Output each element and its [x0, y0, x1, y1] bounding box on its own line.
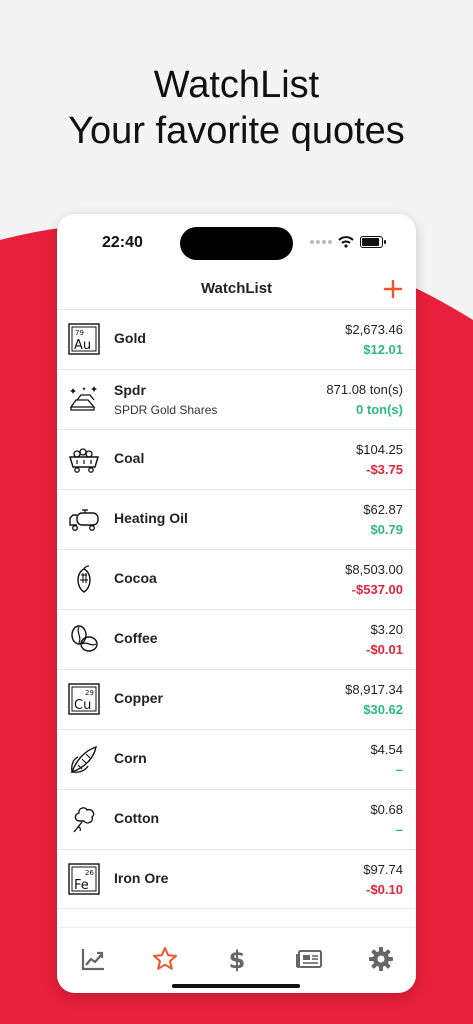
- item-price: $8,503.00: [345, 562, 403, 577]
- chart-icon: [81, 949, 104, 971]
- item-name: Copper: [114, 690, 163, 706]
- item-name: Coal: [114, 450, 145, 466]
- gold-bars-icon: [69, 386, 97, 411]
- tab-chart[interactable]: [79, 945, 107, 973]
- item-name: Corn: [114, 750, 147, 766]
- svg-text:Cu: Cu: [74, 698, 91, 713]
- list-item-cotton[interactable]: Cotton $0.68 –: [57, 789, 416, 849]
- promo-subtitle: Your favorite quotes: [68, 110, 405, 152]
- list-item-corn[interactable]: Corn $4.54 –: [57, 729, 416, 789]
- list-item-heating-oil[interactable]: Heating Oil $62.87 $0.79: [57, 489, 416, 549]
- plus-icon: [383, 279, 403, 299]
- item-change: $12.01: [363, 342, 403, 357]
- item-price: $97.74: [363, 862, 403, 877]
- svg-text:29: 29: [85, 689, 94, 697]
- item-name: Iron Ore: [114, 870, 169, 886]
- item-change: -$537.00: [351, 582, 403, 597]
- svg-text:Au: Au: [74, 338, 91, 353]
- list-item-iron-ore[interactable]: 26 Fe Iron Ore $97.74 -$0.10: [57, 849, 416, 909]
- gold-element-icon: 79 Au: [68, 323, 100, 355]
- battery-icon: [360, 236, 383, 248]
- iron-element-icon: 26 Fe: [68, 863, 100, 895]
- signal-icon: [310, 240, 332, 244]
- item-change: -$0.01: [366, 642, 403, 657]
- item-price: $62.87: [363, 502, 403, 517]
- item-price: $3.20: [370, 622, 403, 637]
- list-item-spdr[interactable]: Spdr SPDR Gold Shares 871.08 ton(s) 0 to…: [57, 369, 416, 429]
- coal-cart-icon: [69, 448, 99, 473]
- item-change: $30.62: [363, 702, 403, 717]
- item-name: Coffee: [114, 630, 158, 646]
- item-change: $0.79: [370, 522, 403, 537]
- dollar-icon: $: [229, 946, 246, 973]
- dynamic-island: [180, 227, 293, 260]
- list-item-gold[interactable]: 79 Au Gold $2,673.46 $12.01: [57, 309, 416, 369]
- tab-prices[interactable]: $: [223, 945, 251, 973]
- item-name: Heating Oil: [114, 510, 188, 526]
- cotton-icon: [73, 807, 95, 833]
- status-time: 22:40: [102, 234, 143, 251]
- item-price: $8,917.34: [345, 682, 403, 697]
- svg-text:$: $: [229, 946, 246, 973]
- star-icon: [153, 947, 177, 970]
- wifi-icon: [338, 236, 354, 248]
- item-change: –: [395, 822, 403, 837]
- item-price: $104.25: [356, 442, 403, 457]
- item-change: –: [395, 762, 403, 777]
- status-icons: [310, 236, 386, 248]
- promo-headline: WatchList Your favorite quotes: [0, 62, 473, 154]
- coffee-bean-icon: [71, 625, 98, 652]
- cocoa-pod-icon: [77, 565, 91, 593]
- nav-title: WatchList: [200, 280, 273, 297]
- item-name: Spdr: [114, 382, 146, 398]
- tab-settings[interactable]: [367, 945, 395, 973]
- item-price: 871.08 ton(s): [326, 382, 403, 397]
- list-item-coffee[interactable]: Coffee $3.20 -$0.01: [57, 609, 416, 669]
- home-indicator: [172, 984, 300, 988]
- list-item-coal[interactable]: Coal $104.25 -$3.75: [57, 429, 416, 489]
- item-price: $0.68: [370, 802, 403, 817]
- add-quote-button[interactable]: [380, 276, 406, 302]
- item-price: $4.54: [370, 742, 403, 757]
- oil-truck-icon: [69, 509, 99, 531]
- item-subtitle: SPDR Gold Shares: [114, 403, 218, 417]
- svg-text:26: 26: [85, 869, 94, 877]
- news-icon: [296, 950, 322, 968]
- list-item-cocoa[interactable]: Cocoa $8,503.00 -$537.00: [57, 549, 416, 609]
- svg-text:Fe: Fe: [74, 878, 89, 893]
- phone-screen: 22:40 WatchList 79 Au Gold $2,673.46 $12…: [57, 214, 416, 993]
- corn-icon: [70, 745, 97, 774]
- item-change: -$0.10: [366, 882, 403, 897]
- item-price: $2,673.46: [345, 322, 403, 337]
- svg-text:79: 79: [75, 329, 84, 337]
- item-name: Cocoa: [114, 570, 157, 586]
- item-name: Gold: [114, 330, 146, 346]
- watchlist: 79 Au Gold $2,673.46 $12.01 Spdr SPDR Go…: [57, 309, 416, 909]
- item-change: -$3.75: [366, 462, 403, 477]
- promo-title: WatchList: [153, 64, 320, 106]
- tab-news[interactable]: [295, 945, 323, 973]
- tab-favorites[interactable]: [151, 945, 179, 973]
- list-item-copper[interactable]: 29 Cu Copper $8,917.34 $30.62: [57, 669, 416, 729]
- gear-icon: [369, 947, 393, 971]
- item-change: 0 ton(s): [356, 402, 403, 417]
- item-name: Cotton: [114, 810, 160, 826]
- copper-element-icon: 29 Cu: [68, 683, 100, 715]
